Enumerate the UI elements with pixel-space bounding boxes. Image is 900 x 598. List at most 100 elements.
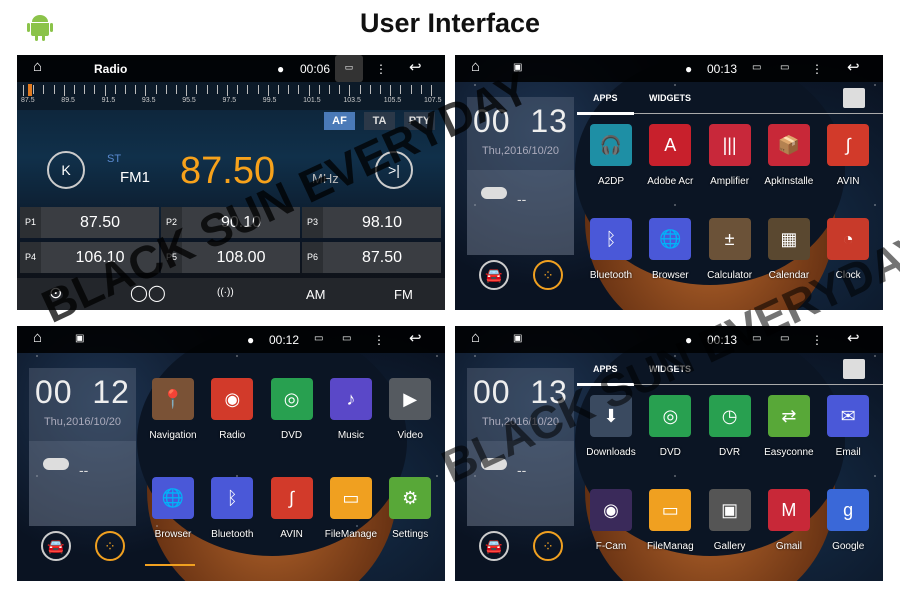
app-adobe-acr[interactable]: A Adobe Acr: [640, 124, 700, 187]
app-apkinstalle[interactable]: 📦 ApkInstalle: [759, 124, 819, 187]
app-downloads[interactable]: ⬇ Downloads: [581, 395, 641, 458]
scale-label: 93.5: [141, 97, 156, 104]
frequency-scale[interactable]: 87.5 89.5 91.5 93.5 95.5 97.5 99.5 101.5 103.5 10…: [17, 82, 445, 110]
screen-icon[interactable]: ▭: [752, 333, 761, 344]
rds-af-button[interactable]: AF: [324, 112, 355, 130]
app-email[interactable]: ✉ Email: [818, 395, 878, 458]
menu-icon[interactable]: ⋮: [373, 333, 385, 347]
clock-widget[interactable]: 00 13 Thu,2016/10/20: [467, 368, 574, 526]
status-bar: ⌂ ▣ ● ▭ ▭ ⋮ ↩ 00:13: [455, 55, 883, 82]
app-navigation[interactable]: 📍 Navigation: [143, 378, 203, 441]
app-f-cam[interactable]: ◉ F-Cam: [581, 489, 641, 552]
recent-apps-icon[interactable]: ▭: [342, 333, 351, 344]
app-dvd[interactable]: ◎ DVD: [640, 395, 700, 458]
local-distance-icon[interactable]: ((·)): [217, 287, 234, 298]
tab-apps[interactable]: APPS: [593, 364, 618, 374]
app-calculator[interactable]: ± Calculator: [700, 218, 760, 281]
preset-button[interactable]: P4 106.10: [20, 242, 159, 273]
prev-station-button[interactable]: K: [47, 151, 85, 189]
apps-button[interactable]: ⁘: [95, 531, 125, 561]
scale-tick: [176, 85, 177, 94]
preset-button[interactable]: P6 87.50: [302, 242, 441, 273]
car-button[interactable]: 🚘: [479, 531, 509, 561]
play-store-icon[interactable]: [843, 88, 865, 108]
scale-tick: [278, 85, 279, 94]
app-bluetooth[interactable]: ᛒ Bluetooth: [202, 477, 262, 540]
home-icon[interactable]: ⌂: [471, 329, 480, 346]
app-avin[interactable]: ∫ AVIN: [818, 124, 878, 187]
preset-button[interactable]: P5 108.00: [161, 242, 300, 273]
app-clock[interactable]: ◔ Clock: [818, 218, 878, 281]
app-dvd[interactable]: ◎ DVD: [262, 378, 322, 441]
screen-icon[interactable]: ▭: [752, 62, 761, 73]
menu-icon[interactable]: ⋮: [811, 62, 823, 76]
frequency-display: 87.50: [180, 150, 276, 192]
app-avin[interactable]: ∫ AVIN: [262, 477, 322, 540]
app-filemanag[interactable]: ▭ FileManag: [640, 489, 700, 552]
app-gallery[interactable]: ▣ Gallery: [700, 489, 760, 552]
apps-button[interactable]: ⁘: [533, 260, 563, 290]
app-google[interactable]: g Google: [818, 489, 878, 552]
recent-apps-icon[interactable]: ▭: [780, 333, 789, 344]
home-icon[interactable]: ⌂: [33, 58, 42, 75]
app-icon: ◉: [590, 489, 632, 531]
app-a2dp[interactable]: 🎧 A2DP: [581, 124, 641, 187]
app-video[interactable]: ▶ Video: [380, 378, 440, 441]
tab-apps[interactable]: APPS: [593, 93, 618, 103]
tab-widgets[interactable]: WIDGETS: [649, 93, 691, 103]
stereo-icon[interactable]: ◯◯: [130, 283, 166, 303]
preset-button[interactable]: P3 98.10: [302, 207, 441, 238]
preset-button[interactable]: P1 87.50: [20, 207, 159, 238]
menu-icon[interactable]: ⋮: [375, 62, 387, 76]
app-icon: ▦: [767, 218, 810, 260]
app-bluetooth[interactable]: ᛒ Bluetooth: [581, 218, 641, 281]
car-button[interactable]: 🚘: [41, 531, 71, 561]
clock-widget[interactable]: 00 12 Thu,2016/10/20: [29, 368, 136, 526]
app-label: Downloads: [586, 447, 636, 458]
play-store-icon[interactable]: [843, 359, 865, 379]
back-icon[interactable]: ↩: [847, 329, 860, 347]
next-station-button[interactable]: >|: [375, 151, 413, 189]
app-calendar[interactable]: ▦ Calendar: [759, 218, 819, 281]
recent-apps-icon[interactable]: ▭: [780, 62, 789, 73]
clock-widget[interactable]: 00 13 Thu,2016/10/20: [467, 97, 574, 255]
apps-button[interactable]: ⁘: [533, 531, 563, 561]
fm-button[interactable]: FM: [394, 287, 413, 302]
screen-icon[interactable]: ▭: [335, 55, 363, 82]
app-icon: ◷: [708, 395, 751, 437]
back-icon[interactable]: ↩: [409, 58, 422, 76]
rds-ta-button[interactable]: TA: [364, 112, 395, 130]
scale-tick: [318, 85, 320, 94]
app-label: AVIN: [836, 176, 860, 187]
app-icon: 🎧: [590, 124, 632, 166]
car-button[interactable]: 🚘: [479, 260, 509, 290]
rds-pty-button[interactable]: PTY: [404, 112, 435, 130]
search-icon[interactable]: ⊙: [49, 283, 62, 303]
tuner-needle[interactable]: [28, 84, 32, 96]
app-label: Gmail: [775, 541, 802, 552]
app-label: Gallery: [713, 541, 746, 552]
app-filemanage[interactable]: ▭ FileManage: [321, 477, 381, 540]
app-settings[interactable]: ⚙ Settings: [380, 477, 440, 540]
app-dvr[interactable]: ◷ DVR: [700, 395, 760, 458]
tab-widgets[interactable]: WIDGETS: [649, 364, 691, 374]
app-label: Navigation: [149, 430, 197, 441]
scale-tick: [431, 85, 432, 96]
home-icon[interactable]: ⌂: [33, 329, 42, 346]
preset-frequency: 87.50: [79, 214, 121, 231]
preset-button[interactable]: P2 90.10: [161, 207, 300, 238]
app-browser[interactable]: 🌐 Browser: [640, 218, 700, 281]
back-icon[interactable]: ↩: [847, 58, 860, 76]
app-amplifier[interactable]: ||| Amplifier: [700, 124, 760, 187]
app-easyconne[interactable]: ⇄ Easyconne: [759, 395, 819, 458]
app-browser[interactable]: 🌐 Browser: [143, 477, 203, 540]
app-gmail[interactable]: M Gmail: [759, 489, 819, 552]
screen-icon[interactable]: ▭: [314, 333, 323, 344]
menu-icon[interactable]: ⋮: [811, 333, 823, 347]
back-icon[interactable]: ↩: [409, 329, 422, 347]
am-button[interactable]: AM: [306, 287, 326, 302]
home-icon[interactable]: ⌂: [471, 58, 480, 75]
app-music[interactable]: ♪ Music: [321, 378, 381, 441]
app-icon: ◉: [211, 378, 254, 420]
app-radio[interactable]: ◉ Radio: [202, 378, 262, 441]
